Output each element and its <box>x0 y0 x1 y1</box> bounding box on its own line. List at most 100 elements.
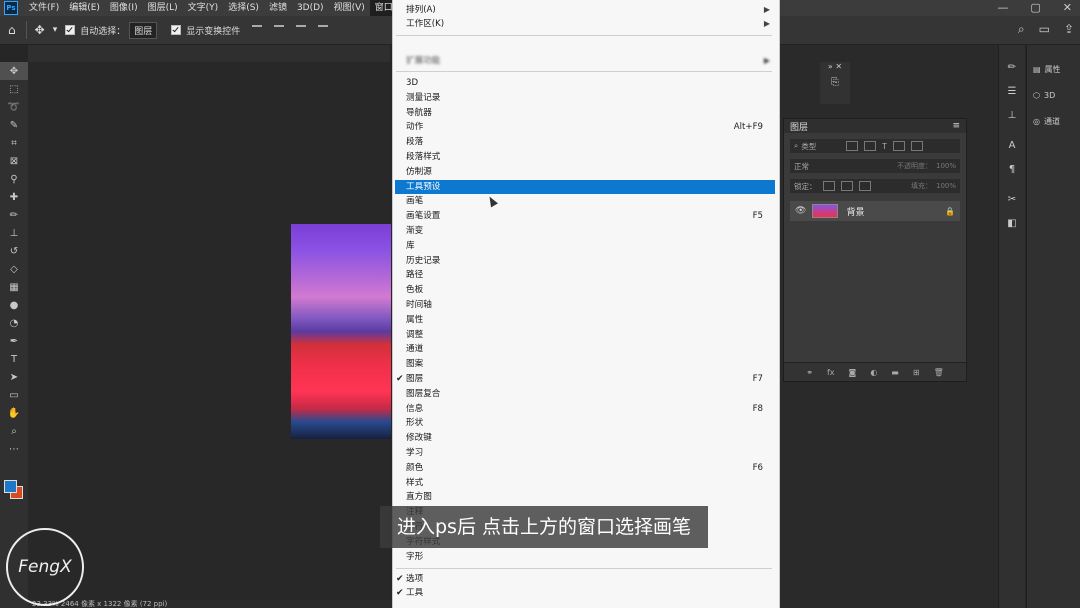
eraser-tool-icon[interactable]: ◇ <box>0 260 28 278</box>
menu-item-panel[interactable]: 修改键 <box>393 431 775 445</box>
filter-shape-icon[interactable] <box>892 141 905 151</box>
auto-select-dropdown[interactable]: 图层 <box>129 21 158 39</box>
document-tab[interactable] <box>28 45 390 62</box>
menu-item-extensions[interactable]: 扩展功能 ▶ <box>393 54 775 68</box>
lasso-tool-icon[interactable]: ➰ <box>0 98 28 116</box>
menu-item-panel[interactable]: 样式 <box>393 476 775 490</box>
adjustments-icon[interactable]: ☰ <box>999 81 1025 101</box>
3d-tab[interactable]: ⬡ 3D <box>1027 85 1080 105</box>
menu-item-panel[interactable]: 动作 Alt+F9 <box>393 120 775 134</box>
properties-tab[interactable]: ▤ 属性 <box>1027 59 1080 79</box>
search-icon[interactable]: ⌕ <box>1018 22 1025 37</box>
menu-3d[interactable]: 3D(D) <box>292 0 329 16</box>
brush-tool-icon[interactable]: ✏ <box>0 206 28 224</box>
distribute-icon[interactable] <box>318 25 329 35</box>
opacity-field[interactable]: 100% <box>936 162 956 170</box>
dodge-tool-icon[interactable]: ◔ <box>0 314 28 332</box>
hand-tool-icon[interactable]: ✋ <box>0 404 28 422</box>
fill-field[interactable]: 100% <box>936 182 956 190</box>
menu-item-panel[interactable]: 色板 <box>393 283 775 297</box>
history-brush-tool-icon[interactable]: ↺ <box>0 242 28 260</box>
menu-item-panel[interactable]: 图案 <box>393 357 775 371</box>
frame-tool-icon[interactable]: ⊠ <box>0 152 28 170</box>
layer-row-background[interactable]: 👁 背景 🔒 <box>790 201 960 221</box>
menu-item-options[interactable]: ✔ 选项 <box>393 572 775 586</box>
new-layer-icon[interactable]: ⊞ <box>913 368 920 377</box>
menu-item-panel[interactable]: 渐变 <box>393 224 775 238</box>
tool-presets-icon[interactable]: ⎘ <box>820 77 850 88</box>
layers-panel-title[interactable]: 图层 <box>790 120 808 133</box>
menu-item-tools[interactable]: ✔ 工具 <box>393 586 775 600</box>
quick-select-tool-icon[interactable]: ✎ <box>0 116 28 134</box>
menu-filter[interactable]: 滤镜 <box>264 0 292 16</box>
close-button[interactable]: ✕ <box>1063 0 1072 16</box>
menu-item-panel[interactable]: 段落样式 <box>393 150 775 164</box>
panel-close-icon[interactable]: » ✕ <box>820 62 850 71</box>
more-tools-icon[interactable]: ⋯ <box>0 440 28 458</box>
lock-position-icon[interactable] <box>840 181 853 191</box>
menu-type[interactable]: 文字(Y) <box>183 0 224 16</box>
layer-filter-dropdown[interactable]: 类型 <box>801 141 816 152</box>
path-select-tool-icon[interactable]: ➤ <box>0 368 28 386</box>
pen-tool-icon[interactable]: ✒ <box>0 332 28 350</box>
align-top-icon[interactable] <box>252 25 263 35</box>
eye-icon[interactable]: 👁 <box>795 206 806 216</box>
foreground-color-swatch[interactable] <box>4 480 17 493</box>
healing-brush-tool-icon[interactable]: ✚ <box>0 188 28 206</box>
menu-item-panel[interactable]: 路径 <box>393 268 775 282</box>
new-group-icon[interactable]: ▬ <box>891 368 899 377</box>
menu-item-panel[interactable]: 通道 <box>393 342 775 356</box>
delete-layer-icon[interactable]: 🗑 <box>934 368 944 377</box>
menu-item-panel[interactable]: 画笔设置 F5 <box>393 209 775 223</box>
libraries-icon[interactable]: ◧ <box>999 213 1025 233</box>
menu-item-panel[interactable]: 颜色 F6 <box>393 461 775 475</box>
menu-item-panel[interactable]: 图层复合 <box>393 387 775 401</box>
menu-view[interactable]: 视图(V) <box>329 0 370 16</box>
link-layers-icon[interactable]: ⚭ <box>806 368 813 377</box>
chevron-down-icon[interactable]: ▾ <box>53 25 58 35</box>
menu-item-panel[interactable]: 字形 <box>393 550 775 564</box>
filter-pixel-icon[interactable] <box>846 141 859 151</box>
menu-image[interactable]: 图像(I) <box>105 0 143 16</box>
eyedropper-tool-icon[interactable]: ⚲ <box>0 170 28 188</box>
menu-layer[interactable]: 图层(L) <box>143 0 183 16</box>
menu-item-panel[interactable]: 3D <box>393 76 775 90</box>
menu-item-panel[interactable]: 段落 <box>393 135 775 149</box>
brush-settings-icon[interactable]: ✏ <box>999 57 1025 77</box>
collapsed-panel[interactable]: » ✕ ⎘ <box>820 62 850 104</box>
add-mask-icon[interactable]: ◙ <box>849 368 857 377</box>
workspace-icon[interactable]: ▭ <box>1039 22 1050 37</box>
show-transform-checkbox[interactable]: 显示变换控件 <box>171 24 240 37</box>
blur-tool-icon[interactable]: ● <box>0 296 28 314</box>
menu-item-panel[interactable]: 工具预设 <box>395 179 775 194</box>
lock-pixels-icon[interactable] <box>822 181 835 191</box>
menu-item-panel[interactable]: 信息 F8 <box>393 402 775 416</box>
type-tool-icon[interactable]: T <box>0 350 28 368</box>
menu-item-panel[interactable]: 仿制源 <box>393 165 775 179</box>
filter-smart-icon[interactable] <box>910 141 923 151</box>
menu-item-panel[interactable]: 学习 <box>393 446 775 460</box>
filter-type-icon[interactable]: T <box>882 142 887 151</box>
filter-adjust-icon[interactable] <box>864 141 877 151</box>
menu-item-panel[interactable]: 直方图 <box>393 490 775 504</box>
gradient-tool-icon[interactable]: ▦ <box>0 278 28 296</box>
maximize-button[interactable]: ▢ <box>1030 0 1040 16</box>
layer-style-icon[interactable]: fx <box>827 368 835 377</box>
menu-item-panel[interactable]: 调整 <box>393 328 775 342</box>
menu-item-panel[interactable]: 属性 <box>393 313 775 327</box>
tools-icon[interactable]: ✂ <box>999 189 1025 209</box>
menu-item-panel[interactable]: 历史记录 <box>393 254 775 268</box>
menu-select[interactable]: 选择(S) <box>223 0 264 16</box>
blend-mode-dropdown[interactable]: 正常 <box>794 161 809 172</box>
menu-item-panel[interactable]: 形状 <box>393 416 775 430</box>
menu-item-panel[interactable]: 时间轴 <box>393 298 775 312</box>
adjustment-layer-icon[interactable]: ◐ <box>870 368 877 377</box>
menu-item-panel[interactable]: 画笔 <box>393 194 775 208</box>
auto-select-checkbox[interactable]: 自动选择： 图层 <box>65 21 158 39</box>
move-tool-icon[interactable]: ✥ <box>35 23 45 37</box>
menu-item-panel[interactable]: ✔ 图层 F7 <box>393 372 775 386</box>
marquee-tool-icon[interactable]: ⬚ <box>0 80 28 98</box>
align-middle-icon[interactable] <box>274 25 285 35</box>
menu-file[interactable]: 文件(F) <box>24 0 64 16</box>
clone-stamp-tool-icon[interactable]: ⊥ <box>0 224 28 242</box>
